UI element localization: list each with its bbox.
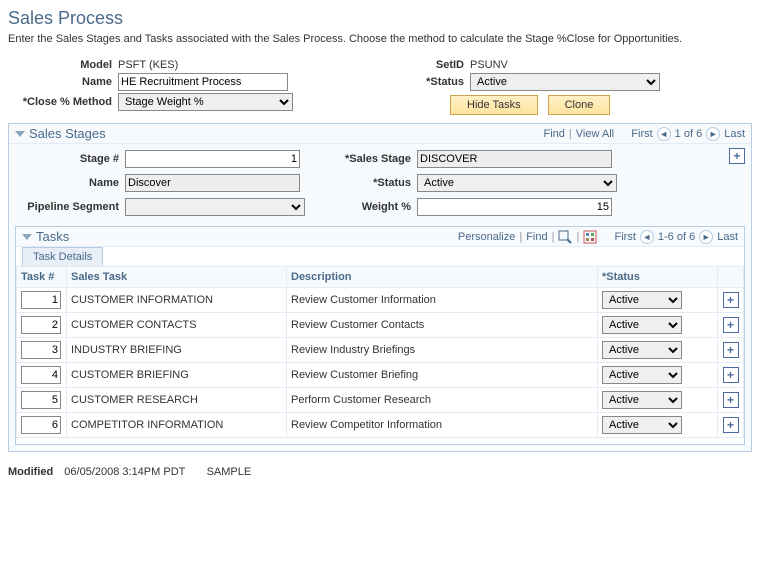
- task-desc-cell: Perform Customer Research: [287, 388, 598, 413]
- add-row-button[interactable]: +: [723, 367, 739, 383]
- zoom-icon[interactable]: [558, 230, 572, 244]
- sep: |: [569, 128, 572, 140]
- task-num-input[interactable]: [21, 416, 61, 434]
- sales-stages-title: Sales Stages: [29, 126, 106, 141]
- page-description: Enter the Sales Stages and Tasks associa…: [8, 33, 752, 45]
- sales-stage-input[interactable]: [417, 150, 612, 168]
- tasks-group: Tasks Personalize | Find | | First ◄ 1-6…: [15, 226, 745, 445]
- stages-find-link[interactable]: Find: [544, 128, 565, 140]
- stages-first-link[interactable]: First: [631, 128, 652, 140]
- top-form: Model PSFT (KES) Name Close % Method Sta…: [8, 57, 752, 115]
- modified-label: Modified: [8, 466, 53, 478]
- stages-viewall-link[interactable]: View All: [576, 128, 614, 140]
- table-row: CUSTOMER BRIEFINGReview Customer Briefin…: [17, 363, 744, 388]
- modified-datetime: 06/05/2008 3:14PM PDT: [64, 466, 185, 478]
- stage-name-label: Name: [15, 177, 125, 189]
- weight-input[interactable]: [417, 198, 612, 216]
- task-details-tab[interactable]: Task Details: [22, 247, 103, 266]
- task-status-select[interactable]: Active: [602, 341, 682, 359]
- clone-button[interactable]: Clone: [548, 95, 611, 115]
- task-num-input[interactable]: [21, 341, 61, 359]
- sales-task-cell: CUSTOMER CONTACTS: [67, 313, 287, 338]
- page-title: Sales Process: [8, 8, 752, 29]
- status-label: Status: [400, 76, 470, 88]
- add-row-button[interactable]: +: [723, 417, 739, 433]
- model-value: PSFT (KES): [118, 59, 178, 71]
- table-row: CUSTOMER CONTACTSReview Customer Contact…: [17, 313, 744, 338]
- table-row: CUSTOMER RESEARCHPerform Customer Resear…: [17, 388, 744, 413]
- task-status-select[interactable]: Active: [602, 416, 682, 434]
- sales-task-cell: CUSTOMER BRIEFING: [67, 363, 287, 388]
- sales-stages-group: Sales Stages Find | View All First ◄ 1 o…: [8, 123, 752, 452]
- task-status-select[interactable]: Active: [602, 366, 682, 384]
- task-num-input[interactable]: [21, 366, 61, 384]
- footer: Modified 06/05/2008 3:14PM PDT SAMPLE: [8, 466, 752, 478]
- status-select[interactable]: Active: [470, 73, 660, 91]
- close-method-label: Close % Method: [8, 96, 118, 108]
- task-status-select[interactable]: Active: [602, 391, 682, 409]
- pipeline-select[interactable]: [125, 198, 305, 216]
- next-icon[interactable]: ►: [706, 127, 720, 141]
- stage-name-input[interactable]: [125, 174, 300, 192]
- name-label: Name: [8, 76, 118, 88]
- task-desc-cell: Review Customer Contacts: [287, 313, 598, 338]
- task-num-input[interactable]: [21, 316, 61, 334]
- task-desc-cell: Review Industry Briefings: [287, 338, 598, 363]
- task-num-input[interactable]: [21, 291, 61, 309]
- stage-num-input[interactable]: [125, 150, 300, 168]
- stages-range: 1 of 6: [675, 128, 703, 140]
- add-row-button[interactable]: +: [723, 292, 739, 308]
- prev-icon[interactable]: ◄: [657, 127, 671, 141]
- sales-task-cell: CUSTOMER RESEARCH: [67, 388, 287, 413]
- stage-status-label: Status: [327, 177, 417, 189]
- hide-tasks-button[interactable]: Hide Tasks: [450, 95, 538, 115]
- setid-value: PSUNV: [470, 59, 508, 71]
- modified-user: SAMPLE: [207, 466, 252, 478]
- col-task-num[interactable]: Task #: [17, 267, 67, 288]
- stage-num-label: Stage #: [15, 153, 125, 165]
- task-num-input[interactable]: [21, 391, 61, 409]
- col-status[interactable]: *Status: [598, 267, 718, 288]
- tasks-last-link[interactable]: Last: [717, 231, 738, 243]
- pipeline-label: Pipeline Segment: [15, 201, 125, 213]
- col-description[interactable]: Description: [287, 267, 598, 288]
- task-desc-cell: Review Customer Information: [287, 288, 598, 313]
- name-input[interactable]: [118, 73, 288, 91]
- stages-last-link[interactable]: Last: [724, 128, 745, 140]
- close-method-select[interactable]: Stage Weight %: [118, 93, 293, 111]
- tasks-next-icon[interactable]: ►: [699, 230, 713, 244]
- tasks-find-link[interactable]: Find: [526, 231, 547, 243]
- model-label: Model: [8, 59, 118, 71]
- collapse-icon[interactable]: [15, 131, 25, 137]
- table-row: COMPETITOR INFORMATIONReview Competitor …: [17, 413, 744, 438]
- weight-label: Weight %: [327, 201, 417, 213]
- tasks-title: Tasks: [36, 229, 69, 244]
- tasks-range: 1-6 of 6: [658, 231, 695, 243]
- task-desc-cell: Review Competitor Information: [287, 413, 598, 438]
- task-status-select[interactable]: Active: [602, 316, 682, 334]
- task-status-select[interactable]: Active: [602, 291, 682, 309]
- sales-stage-label: Sales Stage: [327, 153, 417, 165]
- table-row: INDUSTRY BRIEFINGReview Industry Briefin…: [17, 338, 744, 363]
- tasks-personalize-link[interactable]: Personalize: [458, 231, 515, 243]
- tasks-collapse-icon[interactable]: [22, 234, 32, 240]
- task-desc-cell: Review Customer Briefing: [287, 363, 598, 388]
- tasks-table: Task # Sales Task Description *Status CU…: [16, 266, 744, 438]
- table-row: CUSTOMER INFORMATIONReview Customer Info…: [17, 288, 744, 313]
- add-row-button[interactable]: +: [723, 317, 739, 333]
- add-row-button[interactable]: +: [723, 342, 739, 358]
- col-sales-task[interactable]: Sales Task: [67, 267, 287, 288]
- sales-task-cell: INDUSTRY BRIEFING: [67, 338, 287, 363]
- sales-task-cell: COMPETITOR INFORMATION: [67, 413, 287, 438]
- add-row-button[interactable]: +: [723, 392, 739, 408]
- download-icon[interactable]: [583, 230, 597, 244]
- setid-label: SetID: [400, 59, 470, 71]
- tasks-first-link[interactable]: First: [615, 231, 636, 243]
- add-stage-button[interactable]: +: [729, 148, 745, 164]
- stage-status-select[interactable]: Active: [417, 174, 617, 192]
- tasks-prev-icon[interactable]: ◄: [640, 230, 654, 244]
- sales-task-cell: CUSTOMER INFORMATION: [67, 288, 287, 313]
